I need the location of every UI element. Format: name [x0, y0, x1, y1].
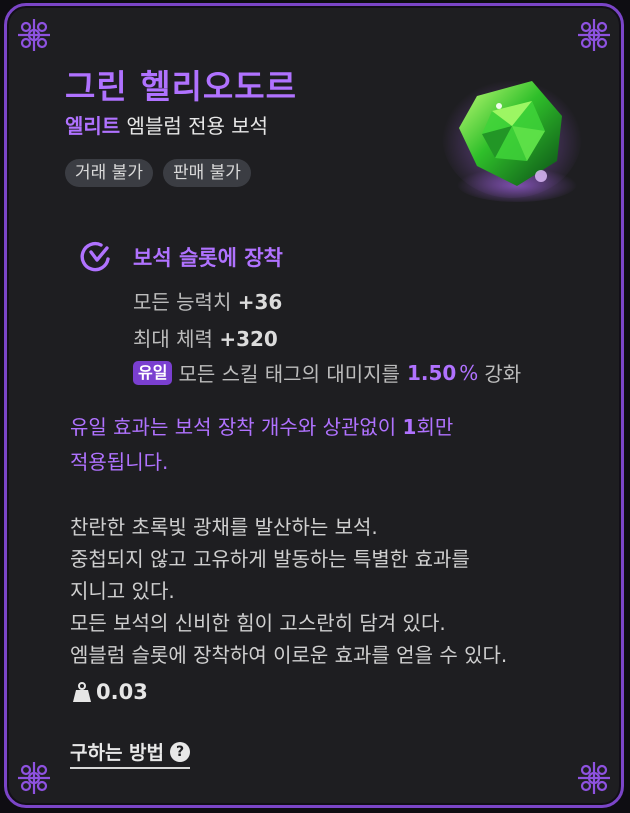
item-description: 찬란한 초록빛 광채를 발산하는 보석. 중첩되지 않고 고유하게 발동하는 특…	[70, 511, 610, 671]
item-weight: 0.03	[72, 680, 148, 704]
green-gem-icon	[437, 66, 587, 206]
stat-value: +320	[219, 327, 278, 351]
description-line: 엠블럼 슬롯에 장착하여 이로운 효과를 얻을 수 있다.	[70, 643, 508, 667]
item-subtitle: 엘리트 엠블럼 전용 보석	[65, 110, 268, 139]
stat-max-hp: 최대 체력 +320	[133, 323, 278, 352]
note-text: 회만	[416, 415, 454, 439]
note-text: 유일 효과는 보석 장착 개수와 상관없이	[70, 415, 403, 439]
stat-label: 모든 능력치	[133, 290, 238, 314]
stat-all-abilities: 모든 능력치 +36	[133, 286, 282, 315]
item-tags: 거래 불가 판매 불가	[65, 159, 251, 187]
equip-slot-icon	[79, 240, 113, 274]
unique-effect-unit: %	[459, 360, 479, 385]
stat-value: +36	[237, 290, 283, 314]
how-to-obtain-link[interactable]: 구하는 방법 ?	[70, 738, 191, 769]
corner-ornament-icon	[577, 18, 611, 52]
tag-sell-locked: 판매 불가	[162, 159, 251, 187]
item-grade: 엘리트	[65, 114, 121, 138]
equip-section-title: 보석 슬롯에 장착	[133, 246, 283, 270]
item-type: 엠블럼 전용 보석	[120, 114, 269, 138]
item-tooltip-card: 그린 헬리오도르 엘리트 엠블럼 전용 보석 거래 불가 판매 불가 보석 슬롯…	[4, 3, 624, 808]
description-line: 모든 보석의 신비한 힘이 고스란히 담겨 있다.	[70, 611, 446, 635]
unique-note-line1: 유일 효과는 보석 장착 개수와 상관없이 1회만	[70, 410, 590, 445]
corner-ornament-icon	[17, 18, 51, 52]
weight-value: 0.03	[96, 680, 148, 704]
unique-note-line2: 적용됩니다.	[70, 450, 169, 474]
how-to-obtain-label: 구하는 방법	[70, 742, 165, 764]
corner-ornament-icon	[577, 761, 611, 795]
weight-icon	[73, 682, 91, 702]
unique-badge: 유일	[133, 360, 173, 385]
tag-trade-locked: 거래 불가	[65, 159, 153, 187]
help-icon[interactable]: ?	[170, 741, 191, 762]
description-line: 지니고 있다.	[70, 579, 175, 603]
unique-effect-percent: 1.50	[406, 360, 457, 385]
unique-effect-suffix: 강화	[484, 362, 522, 386]
description-line: 중첩되지 않고 고유하게 발동하는 특별한 효과를	[70, 547, 470, 571]
stat-label: 최대 체력	[133, 327, 220, 351]
description-line: 찬란한 초록빛 광채를 발산하는 보석.	[70, 515, 378, 539]
unique-effect-text: 모든 스킬 태그의 대미지를	[178, 362, 400, 386]
unique-effect: 유일 모든 스킬 태그의 대미지를 1.50% 강화	[133, 358, 521, 387]
note-count: 1	[402, 415, 417, 439]
corner-ornament-icon	[17, 761, 51, 795]
item-name: 그린 헬리오도르	[65, 67, 298, 106]
unique-note: 유일 효과는 보석 장착 개수와 상관없이 1회만 적용됩니다.	[70, 410, 590, 480]
